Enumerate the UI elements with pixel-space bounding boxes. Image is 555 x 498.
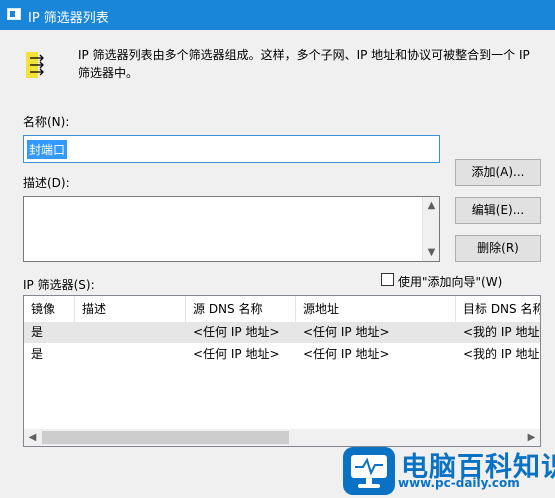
cell-source-dns: <任何 IP 地址> bbox=[193, 347, 280, 361]
scroll-down-icon[interactable]: ▼ bbox=[423, 244, 440, 261]
monitor-icon bbox=[343, 447, 395, 495]
wizard-checkbox[interactable] bbox=[381, 273, 394, 286]
wizard-checkbox-label[interactable]: 使用"添加向导"(W) bbox=[398, 273, 502, 290]
cell-description bbox=[75, 322, 186, 343]
scroll-right-icon[interactable]: ▶ bbox=[523, 429, 540, 446]
table-row[interactable]: 是 <任何 IP 地址> <任何 IP 地址> <我的 IP 地址> bbox=[24, 322, 540, 343]
intro-line-2: 筛选器中。 bbox=[78, 66, 139, 80]
name-label: 名称(N): bbox=[23, 115, 70, 129]
filters-table[interactable]: 镜像 描述 源 DNS 名称 源地址 目标 DNS 名称 是 <任何 IP 地址… bbox=[23, 295, 541, 447]
window-icon bbox=[7, 8, 21, 20]
cell-mirror: 是 bbox=[31, 325, 44, 339]
filters-label: IP 筛选器(S): bbox=[23, 278, 95, 292]
cell-dest-dns: <我的 IP 地址> bbox=[463, 347, 540, 361]
scroll-up-icon[interactable]: ▲ bbox=[423, 197, 440, 214]
description-label: 描述(D): bbox=[23, 176, 70, 190]
cell-source-address: <任何 IP 地址> bbox=[303, 325, 390, 339]
filter-list-icon bbox=[26, 52, 44, 78]
intro-text: IP 筛选器列表由多个筛选器组成。这样，多个子网、IP 地址和协议可被整合到一个… bbox=[78, 46, 538, 82]
description-textarea[interactable]: ▲ ▼ bbox=[23, 196, 440, 262]
delete-button[interactable]: 删除(R) bbox=[455, 235, 541, 262]
cell-source-dns: <任何 IP 地址> bbox=[193, 325, 280, 339]
add-button[interactable]: 添加(A)... bbox=[455, 159, 541, 186]
watermark-title: 电脑百科知识 bbox=[401, 452, 555, 483]
cell-dest-dns: <我的 IP 地址> bbox=[463, 325, 540, 339]
column-header-mirror[interactable]: 镜像 bbox=[24, 296, 75, 322]
edit-button[interactable]: 编辑(E)... bbox=[455, 197, 541, 224]
cell-description bbox=[75, 344, 186, 365]
table-row[interactable]: 是 <任何 IP 地址> <任何 IP 地址> <我的 IP 地址> bbox=[24, 344, 540, 365]
scrollbar-thumb[interactable] bbox=[42, 431, 289, 444]
column-header-source-address[interactable]: 源地址 bbox=[296, 296, 456, 322]
window-title: IP 筛选器列表 bbox=[28, 11, 109, 26]
table-horizontal-scrollbar[interactable]: ◀ ▶ bbox=[24, 429, 540, 446]
scroll-left-icon[interactable]: ◀ bbox=[24, 429, 41, 446]
intro-line-1: IP 筛选器列表由多个筛选器组成。这样，多个子网、IP 地址和协议可被整合到一个… bbox=[78, 48, 530, 62]
cell-source-address: <任何 IP 地址> bbox=[303, 347, 390, 361]
watermark-url: www.pc-daily.com bbox=[398, 476, 520, 490]
description-scrollbar[interactable]: ▲ ▼ bbox=[422, 197, 439, 261]
name-value: 封端口 bbox=[27, 140, 68, 159]
name-input[interactable]: 封端口 bbox=[23, 135, 440, 163]
cell-mirror: 是 bbox=[31, 347, 44, 361]
column-header-source-dns[interactable]: 源 DNS 名称 bbox=[186, 296, 296, 322]
column-header-description[interactable]: 描述 bbox=[75, 296, 186, 322]
column-header-dest-dns[interactable]: 目标 DNS 名称 bbox=[456, 296, 540, 322]
